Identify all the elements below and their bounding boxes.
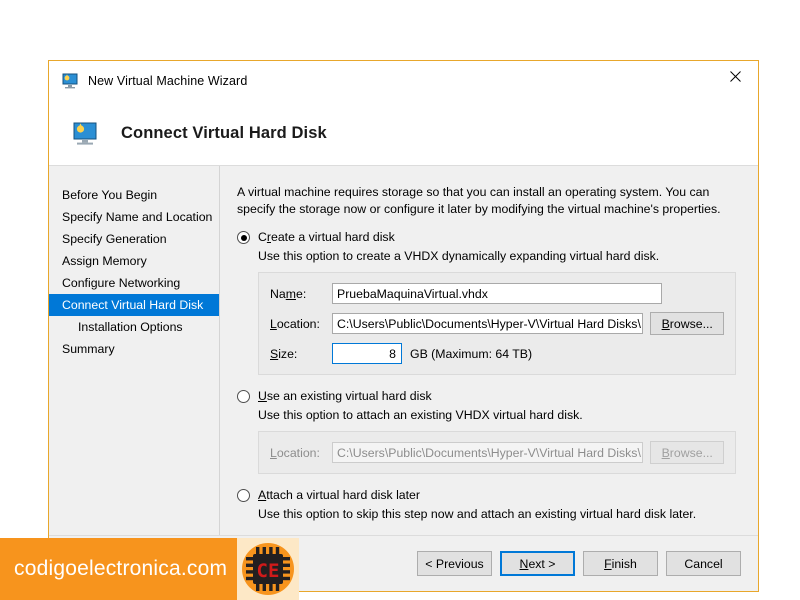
option-create-label: Create a virtual hard disk bbox=[258, 230, 395, 244]
screen: New Virtual Machine Wizard Connect Virtu… bbox=[0, 0, 800, 600]
sidebar-item-summary[interactable]: Summary bbox=[49, 338, 219, 360]
dialog-body: Before You Begin Specify Name and Locati… bbox=[49, 166, 758, 535]
size-label: Size: bbox=[270, 346, 298, 361]
site-watermark: codigoelectronica.com CE bbox=[0, 538, 300, 600]
existing-browse-button: Browse... bbox=[650, 441, 724, 464]
sidebar-item-assign-memory[interactable]: Assign Memory bbox=[49, 250, 219, 272]
next-button[interactable]: Next > bbox=[500, 551, 575, 576]
previous-button[interactable]: < Previous bbox=[417, 551, 492, 576]
sidebar-item-specify-name-and-location[interactable]: Specify Name and Location bbox=[49, 206, 219, 228]
location-input[interactable]: C:\Users\Public\Documents\Hyper-V\Virtua… bbox=[332, 313, 644, 334]
size-input[interactable]: 8 bbox=[332, 343, 402, 364]
option-attach-later-hint: Use this option to skip this step now an… bbox=[258, 507, 697, 521]
sidebar-item-installation-options[interactable]: Installation Options bbox=[49, 316, 219, 338]
browse-button[interactable]: Browse... bbox=[650, 312, 724, 335]
close-icon[interactable] bbox=[712, 61, 758, 92]
existing-location-field-row: Location: C:\Users\Public\Documents\Hype… bbox=[270, 441, 724, 464]
sidebar-item-specify-generation[interactable]: Specify Generation bbox=[49, 228, 219, 250]
radio-create-virtual-hard-disk[interactable] bbox=[237, 231, 250, 244]
intro-text: A virtual machine requires storage so th… bbox=[237, 185, 721, 216]
radio-attach-later[interactable] bbox=[237, 489, 250, 502]
cancel-button[interactable]: Cancel bbox=[666, 551, 741, 576]
name-input[interactable]: PruebaMaquinaVirtual.vhdx bbox=[332, 283, 662, 304]
virtual-machine-monitor-icon bbox=[71, 121, 99, 146]
option-create-hint: Use this option to create a VHDX dynamic… bbox=[258, 249, 660, 263]
title-bar: New Virtual Machine Wizard bbox=[49, 61, 758, 101]
sidebar-item-configure-networking[interactable]: Configure Networking bbox=[49, 272, 219, 294]
svg-text:CE: CE bbox=[257, 560, 280, 582]
page-title: Connect Virtual Hard Disk bbox=[121, 123, 327, 142]
virtual-machine-monitor-icon bbox=[61, 73, 79, 89]
option-attach-later[interactable]: Attach a virtual hard disk later bbox=[237, 488, 736, 503]
sidebar-item-before-you-begin[interactable]: Before You Begin bbox=[49, 184, 219, 206]
codigoelectronica-logo: CE bbox=[237, 538, 300, 600]
name-field-row: Name: PruebaMaquinaVirtual.vhdx bbox=[270, 283, 724, 304]
radio-use-existing-virtual-hard-disk[interactable] bbox=[237, 390, 250, 403]
existing-location-input: C:\Users\Public\Documents\Hyper-V\Virtua… bbox=[332, 442, 644, 463]
watermark-bar: codigoelectronica.com bbox=[0, 538, 238, 600]
existing-location-label: Location: bbox=[270, 445, 320, 460]
new-virtual-machine-wizard-dialog: New Virtual Machine Wizard Connect Virtu… bbox=[48, 60, 759, 592]
name-label: Name: bbox=[270, 286, 307, 301]
option-use-existing-label: Use an existing virtual hard disk bbox=[258, 389, 432, 403]
size-field-row: Size: 8 GB (Maximum: 64 TB) bbox=[270, 343, 724, 364]
watermark-text: codigoelectronica.com bbox=[14, 557, 228, 580]
location-label: Location: bbox=[270, 316, 320, 331]
option-attach-later-label: Attach a virtual hard disk later bbox=[258, 488, 420, 502]
option-use-existing-hint: Use this option to attach an existing VH… bbox=[258, 408, 583, 422]
page-header: Connect Virtual Hard Disk bbox=[49, 101, 758, 166]
finish-button[interactable]: Finish bbox=[583, 551, 658, 576]
chip-logo-icon: CE bbox=[242, 543, 295, 595]
create-disk-group: Name: PruebaMaquinaVirtual.vhdx Location… bbox=[258, 272, 736, 375]
option-use-existing-virtual-hard-disk[interactable]: Use an existing virtual hard disk bbox=[237, 389, 736, 404]
sidebar-item-connect-virtual-hard-disk[interactable]: Connect Virtual Hard Disk bbox=[49, 294, 219, 316]
window-title: New Virtual Machine Wizard bbox=[88, 74, 248, 88]
content-pane: A virtual machine requires storage so th… bbox=[220, 166, 758, 535]
option-create-virtual-hard-disk[interactable]: Create a virtual hard disk bbox=[237, 230, 736, 245]
size-suffix-label: GB (Maximum: 64 TB) bbox=[410, 346, 533, 361]
location-field-row: Location: C:\Users\Public\Documents\Hype… bbox=[270, 312, 724, 335]
existing-disk-group: Location: C:\Users\Public\Documents\Hype… bbox=[258, 431, 736, 474]
wizard-steps-sidebar: Before You Begin Specify Name and Locati… bbox=[49, 166, 220, 535]
